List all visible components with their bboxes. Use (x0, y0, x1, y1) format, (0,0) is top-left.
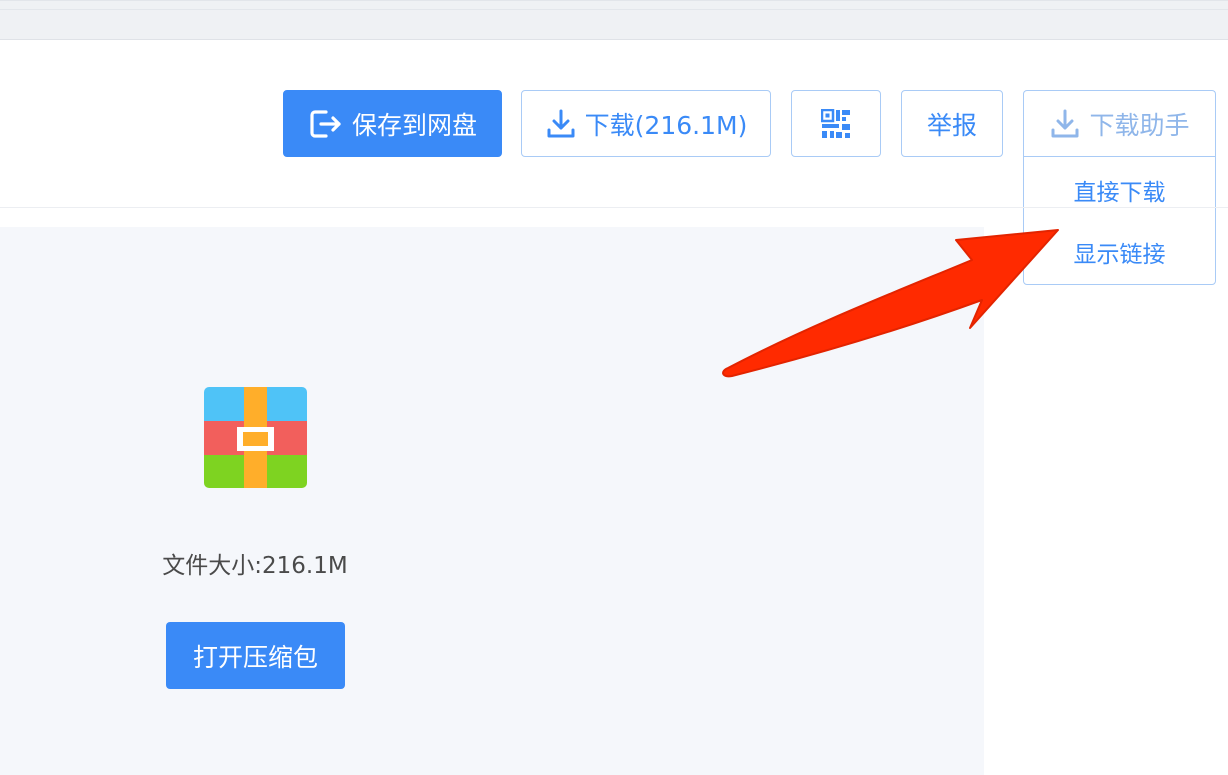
download-helper-label: 下载助手 (1089, 111, 1190, 140)
open-archive-label: 打开压缩包 (192, 642, 318, 672)
save-to-cloud-label: 保存到网盘 (351, 110, 477, 140)
download-button[interactable]: 下载(216.1M) (521, 90, 771, 157)
report-label: 举报 (926, 110, 977, 140)
save-to-cloud-button[interactable]: 保存到网盘 (283, 90, 502, 157)
qr-code-icon (821, 108, 851, 139)
zip-archive-icon (204, 387, 307, 488)
export-icon (308, 108, 344, 140)
download-helper-button[interactable]: 下载助手 (1023, 90, 1216, 157)
download-icon (1049, 108, 1081, 140)
open-archive-button[interactable]: 打开压缩包 (166, 622, 345, 689)
download-icon (545, 108, 577, 140)
tab-bar-divider (0, 9, 1228, 10)
download-label: 下载(216.1M) (584, 110, 748, 140)
file-size-text: 文件大小:216.1M (162, 553, 348, 579)
report-button[interactable]: 举报 (901, 90, 1003, 157)
red-arrow-annotation (722, 229, 1059, 378)
qr-code-button[interactable] (791, 90, 881, 157)
browser-tab-bar (0, 0, 1228, 40)
